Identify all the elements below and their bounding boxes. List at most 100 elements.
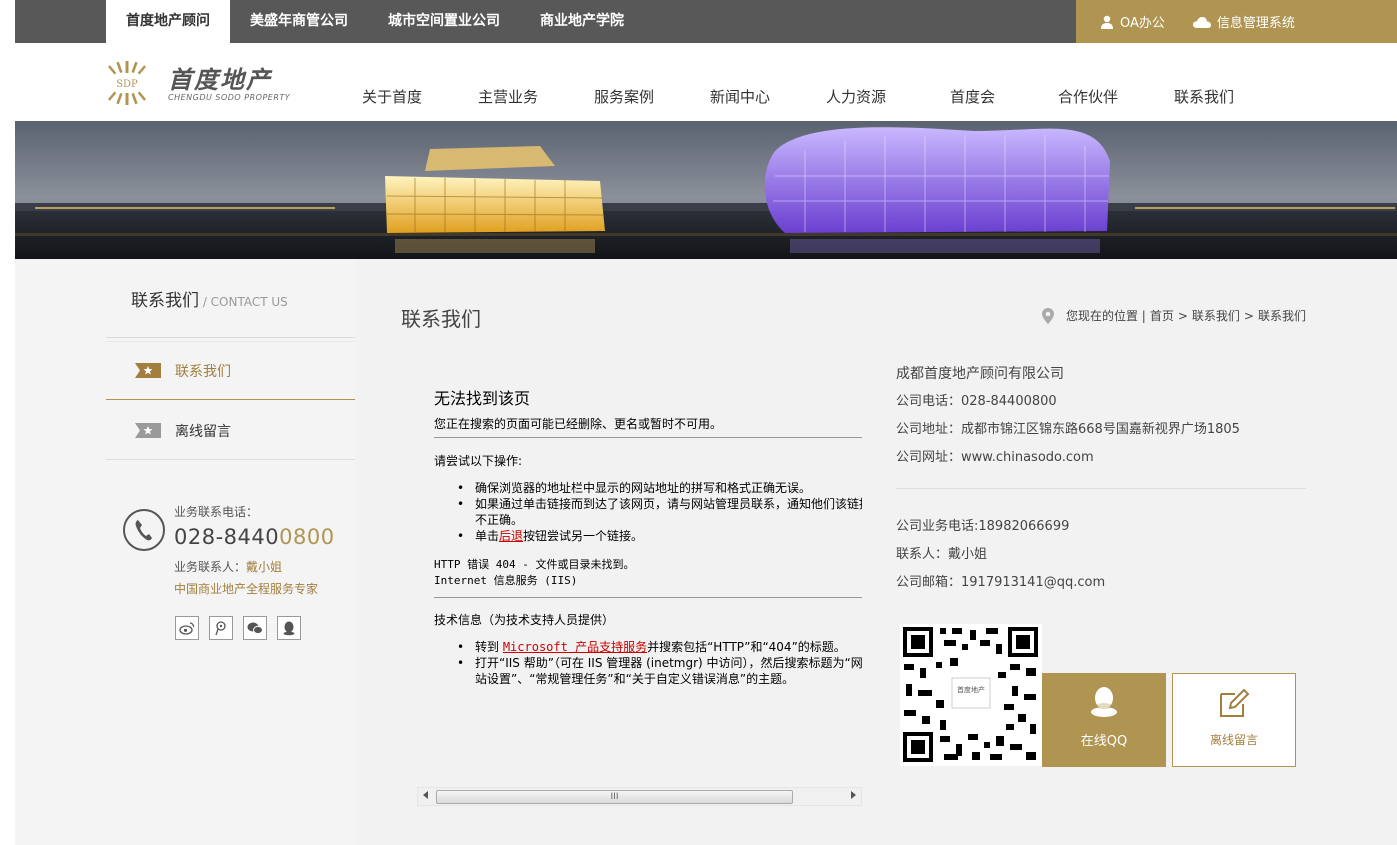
nav-contact[interactable]: 联系我们 <box>1174 86 1234 107</box>
sidebar-contact-block: 业务联系电话： 028-84400800 业务联系人：戴小姐 中国商业地产全程服… <box>123 501 353 601</box>
breadcrumb-separator: > <box>1243 308 1254 323</box>
tab-academy[interactable]: 商业地产学院 <box>520 0 644 43</box>
star-tag-icon <box>135 423 161 438</box>
oa-link[interactable]: OA办公 <box>1100 12 1165 31</box>
night-city-skyline-image <box>15 121 1397 259</box>
qr-center-label: 首度地产 <box>957 685 985 694</box>
company-website[interactable]: 公司网址：www.chinasodo.com <box>896 446 1094 465</box>
scrollbar-grip: III <box>610 792 619 802</box>
user-icon <box>1101 15 1113 29</box>
cloud-icon <box>1192 16 1211 28</box>
weibo-button[interactable] <box>175 616 199 640</box>
contact-person-info: 联系人：戴小姐 <box>896 547 988 562</box>
wechat-button[interactable] <box>243 616 267 640</box>
scroll-right-icon[interactable] <box>851 791 856 799</box>
company-tel: 公司电话：028-84400800 <box>896 394 1057 409</box>
tech-info-title: 技术信息（为技术支持人员提供） <box>434 613 615 627</box>
nav-about[interactable]: 关于首度 <box>362 86 422 107</box>
error-tip: 确保浏览器的地址栏中显示的网站地址的拼写和格式正确无误。 <box>457 480 862 496</box>
phone-label: 业务联系电话： <box>174 505 259 519</box>
sidebar-title: 联系我们 / CONTACT US <box>131 286 288 311</box>
breadcrumb-home[interactable]: 首页 <box>1150 307 1174 324</box>
main-nav: 关于首度 主营业务 服务案例 新闻中心 人力资源 首度会 合作伙伴 联系我们 <box>0 86 1397 106</box>
nav-partners[interactable]: 合作伙伴 <box>1058 86 1118 107</box>
qq-icon <box>283 621 295 636</box>
sidebar-slogan: 中国商业地产全程服务专家 <box>174 582 319 596</box>
scrollbar-thumb[interactable]: III <box>436 790 793 804</box>
star-tag-icon <box>135 363 161 378</box>
phone-icon <box>123 509 165 551</box>
info-system-label: 信息管理系统 <box>1216 16 1295 31</box>
sidebar-item-label: 离线留言 <box>175 423 231 440</box>
tech-tip: 打开“IIS 帮助”（可在 IIS 管理器 (inetmgr) 中访问），然后搜… <box>457 655 862 687</box>
qq-button[interactable] <box>277 616 301 640</box>
scroll-left-icon[interactable] <box>423 791 428 799</box>
error-try-title: 请尝试以下操作: <box>434 454 523 468</box>
error-heading: 无法找到该页 <box>434 389 531 408</box>
location-pin-icon <box>1041 307 1054 324</box>
info-system-link[interactable]: 信息管理系统 <box>1192 12 1295 31</box>
tab-meishengnian[interactable]: 美盛年商管公司 <box>230 0 368 43</box>
wechat-qr-code: 首度地产 <box>900 624 1042 766</box>
nav-cases[interactable]: 服务案例 <box>594 86 654 107</box>
nav-hr[interactable]: 人力资源 <box>826 86 886 107</box>
sidebar-title-cn: 联系我们 <box>131 291 199 311</box>
edit-icon <box>1220 689 1250 717</box>
nav-club[interactable]: 首度会 <box>950 86 995 107</box>
top-right-links: OA办公 信息管理系统 <box>1076 0 1397 43</box>
qq-label: 在线QQ <box>1080 734 1128 749</box>
tech-tip: 转到 Microsoft 产品支持服务并搜索包括“HTTP”和“404”的标题。 <box>457 639 862 655</box>
company-email: 公司邮箱：1917913141@qq.com <box>896 575 1106 590</box>
offline-message-button[interactable]: 离线留言 <box>1172 673 1296 767</box>
sidebar-phone-number: 028-84400800 <box>174 525 335 549</box>
contact-person: 业务联系人：戴小姐 <box>174 558 282 575</box>
error-divider <box>434 437 862 438</box>
error-subtitle: 您正在搜索的页面可能已经删除、更名或暂时不可用。 <box>434 417 723 431</box>
top-bar: 首度地产顾问 美盛年商管公司 城市空间置业公司 商业地产学院 OA办公 信息管理… <box>15 0 1397 43</box>
qq-penguin-icon <box>1091 687 1117 717</box>
error-tips-list: 确保浏览器的地址栏中显示的网站地址的拼写和格式正确无误。 如果通过单击链接而到达… <box>457 480 862 544</box>
online-qq-button[interactable]: 在线QQ <box>1042 673 1166 767</box>
sidebar: 联系我们 / CONTACT US 联系我们 离线留言 业务联系电话： 028-… <box>15 259 355 845</box>
person-name: 戴小姐 <box>246 560 283 574</box>
sidebar-divider <box>106 337 355 338</box>
banner-image <box>15 121 1397 259</box>
sidebar-item-message[interactable]: 离线留言 <box>106 402 355 460</box>
http-error-text: HTTP 错误 404 - 文件或目录未找到。 <box>434 558 635 571</box>
wechat-icon <box>247 622 263 635</box>
breadcrumb-prefix: 您现在的位置 | <box>1065 309 1146 323</box>
breadcrumb-current: 联系我们 <box>1257 309 1306 323</box>
breadcrumb-level1[interactable]: 联系我们 <box>1192 307 1240 324</box>
business-tel: 公司业务电话:18982066699 <box>896 519 1070 534</box>
sidebar-title-en: / CONTACT US <box>199 295 288 309</box>
company-address: 公司地址：成都市锦江区锦东路668号国嘉新视界广场1805 <box>896 422 1240 437</box>
tencent-weibo-icon <box>215 621 226 636</box>
qr-code-icon: 首度地产 <box>900 624 1042 766</box>
tech-info-list: 转到 Microsoft 产品支持服务并搜索包括“HTTP”和“404”的标题。… <box>457 639 862 687</box>
error-divider <box>434 597 862 598</box>
embedded-map-frame: 无法找到该页 您正在搜索的页面可能已经删除、更名或暂时不可用。 请尝试以下操作:… <box>417 369 862 807</box>
tencent-weibo-button[interactable] <box>209 616 233 640</box>
back-link[interactable]: 后退 <box>499 529 523 543</box>
nav-news[interactable]: 新闻中心 <box>710 86 770 107</box>
page: 首度地产顾问 美盛年商管公司 城市空间置业公司 商业地产学院 OA办公 信息管理… <box>0 0 1397 845</box>
tab-sodo-consulting[interactable]: 首度地产顾问 <box>106 0 230 43</box>
ms-support-link[interactable]: Microsoft 产品支持服务 <box>503 640 647 654</box>
company-tabs: 首度地产顾问 美盛年商管公司 城市空间置业公司 商业地产学院 <box>106 0 644 43</box>
sidebar-item-label: 联系我们 <box>175 363 231 380</box>
nav-business[interactable]: 主营业务 <box>478 86 538 107</box>
page-title: 联系我们 <box>401 307 481 331</box>
error-tip: 单击后退按钮尝试另一个链接。 <box>457 528 862 544</box>
phone-main: 028-8440 <box>174 525 280 549</box>
sidebar-item-contact[interactable]: 联系我们 <box>106 342 355 400</box>
horizontal-scrollbar[interactable]: III <box>417 787 862 806</box>
message-label: 离线留言 <box>1209 733 1258 747</box>
info-divider <box>896 488 1306 489</box>
iis-text: Internet 信息服务 (IIS) <box>434 574 578 587</box>
person-label: 业务联系人： <box>174 560 247 574</box>
oa-label: OA办公 <box>1120 16 1165 31</box>
company-name: 成都首度地产顾问有限公司 <box>896 366 1064 382</box>
tab-city-space[interactable]: 城市空间置业公司 <box>368 0 520 43</box>
main-content: 联系我们 您现在的位置 | 首页 > 联系我们 > 联系我们 无法找到该页 您正… <box>355 259 1397 845</box>
phone-tail: 0800 <box>279 525 335 549</box>
